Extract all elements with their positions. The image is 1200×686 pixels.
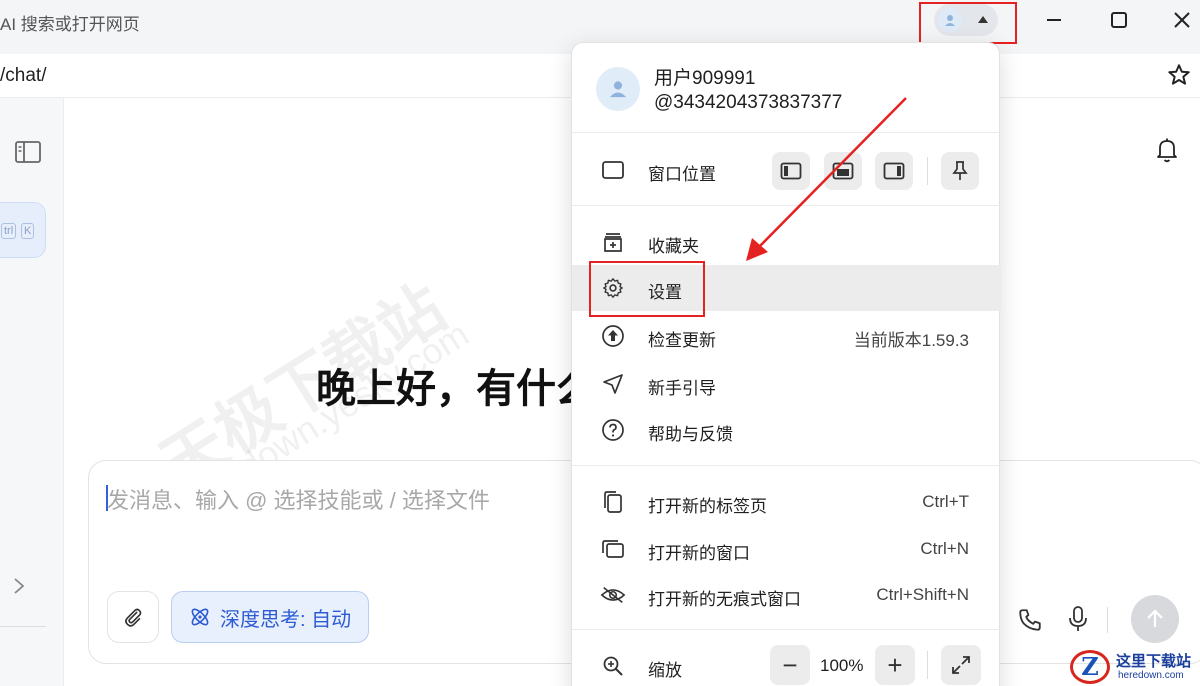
logo-mark: Z [1070,650,1110,684]
logo-domain: heredown.com [1118,670,1184,681]
site-logo: Z 这里下载站 heredown.com [1068,648,1200,686]
logo-title: 这里下载站 [1116,652,1192,670]
annotation-arrow [746,97,907,261]
